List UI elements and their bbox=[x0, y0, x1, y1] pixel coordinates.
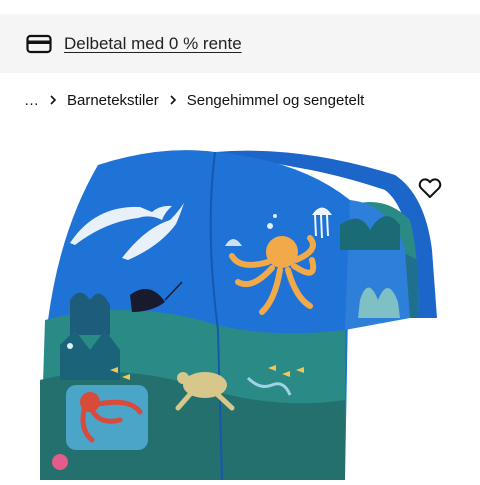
breadcrumb-item-barnetekstiler[interactable]: Barnetekstiler bbox=[67, 92, 159, 109]
favourite-button[interactable] bbox=[414, 174, 446, 206]
chevron-right-icon bbox=[169, 93, 177, 108]
credit-card-icon bbox=[26, 34, 52, 54]
bed-canopy-illustration bbox=[40, 150, 437, 481]
installment-link[interactable]: Delbetal med 0 % rente bbox=[0, 34, 242, 54]
installment-text: Delbetal med 0 % rente bbox=[64, 33, 242, 53]
product-image[interactable] bbox=[0, 130, 480, 481]
chevron-right-icon bbox=[49, 93, 57, 108]
heart-outline-icon bbox=[418, 177, 442, 204]
breadcrumb-item-sengehimmel[interactable]: Sengehimmel og sengetelt bbox=[187, 92, 365, 109]
breadcrumb-ellipsis[interactable]: … bbox=[24, 92, 39, 109]
breadcrumb: … Barnetekstiler Sengehimmel og sengetel… bbox=[24, 89, 364, 111]
payment-banner: Delbetal med 0 % rente bbox=[0, 14, 480, 73]
